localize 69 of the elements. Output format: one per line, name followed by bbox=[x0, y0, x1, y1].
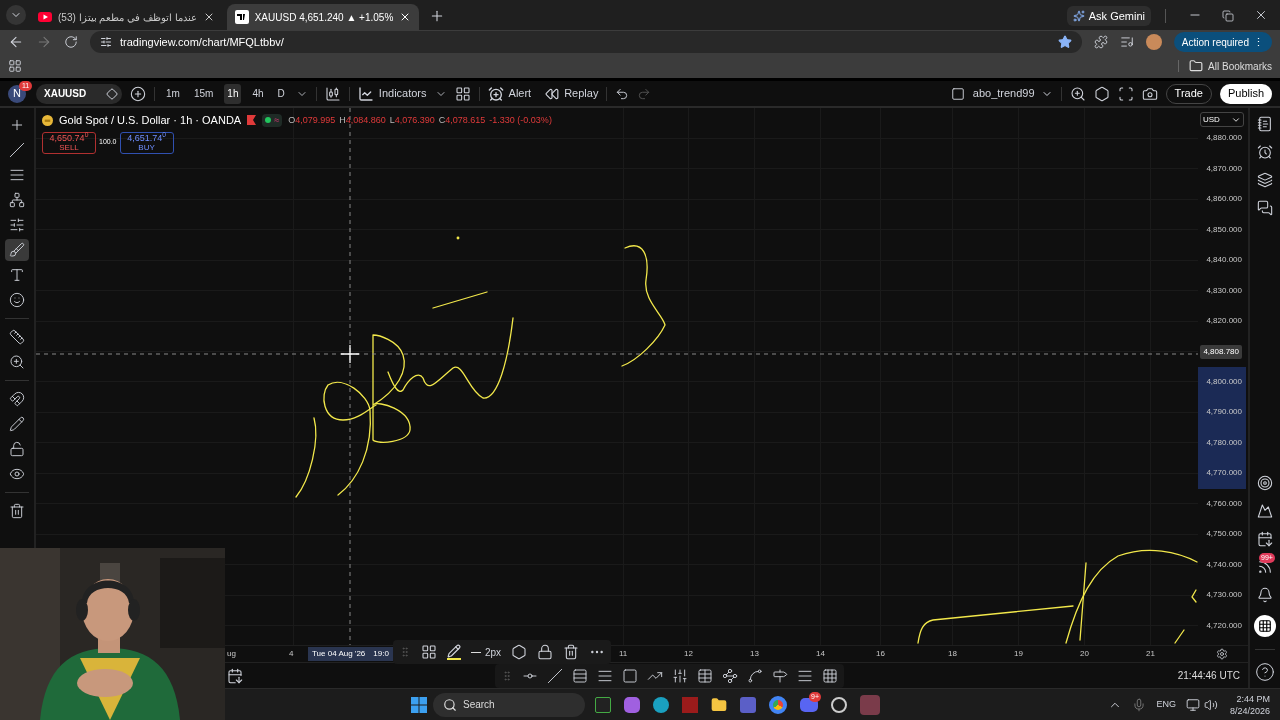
action-required-button[interactable]: Action required ⋮ bbox=[1173, 32, 1272, 52]
clock-time[interactable]: 2:44 PM bbox=[1236, 692, 1270, 705]
price-label: 4,830.000 bbox=[1206, 284, 1242, 297]
time-label: 19 bbox=[1014, 648, 1023, 660]
ohlc-value: H4,084.860 bbox=[339, 113, 386, 127]
time-label: 16 bbox=[876, 648, 885, 660]
tab-title: (53) عندما اتوظف في مطعم بيتزا bbox=[58, 10, 197, 25]
time-label: 14 bbox=[816, 648, 825, 660]
interval-button[interactable]: 1h bbox=[224, 83, 242, 104]
buy-button[interactable]: 4,651.74$^{0}$ BUY bbox=[119, 131, 174, 154]
price-label: 4,870.000 bbox=[1206, 162, 1242, 175]
interval-button[interactable]: 15m bbox=[190, 83, 217, 104]
language-indicator[interactable]: ENG bbox=[1156, 697, 1176, 712]
time-label: ug bbox=[227, 648, 236, 660]
interval-button[interactable]: 4h bbox=[249, 83, 267, 104]
publish-button[interactable]: Publish bbox=[1219, 83, 1272, 104]
menu-dots: ⋮ bbox=[1253, 36, 1264, 48]
ohlc-value: O4,079.995 bbox=[288, 113, 336, 127]
url-text: tradingview.com/chart/MFQLtbbv/ bbox=[120, 34, 285, 50]
browser-tab[interactable]: (53) عندما اتوظف في مطعم بيتزا bbox=[30, 4, 223, 30]
price-label: 4,790.000 bbox=[1206, 406, 1242, 419]
address-bar[interactable]: tradingview.com/chart/MFQLtbbv/ bbox=[90, 31, 1082, 53]
time-label: 12 bbox=[684, 648, 693, 660]
symbol-text: XAUUSD bbox=[44, 87, 87, 101]
indicators-button[interactable]: Indicators bbox=[357, 85, 427, 102]
price-label: 4,740.000 bbox=[1206, 558, 1242, 571]
time-text: 19:0 bbox=[373, 648, 389, 660]
layout-name-button[interactable]: abo_trend99 bbox=[972, 85, 1053, 102]
time-label: 13 bbox=[750, 648, 759, 660]
all-bookmarks-button[interactable]: All Bookmarks bbox=[1189, 58, 1272, 74]
ohlc-value: L4,076.390 bbox=[389, 113, 435, 127]
price-label: 4,720.000 bbox=[1206, 619, 1242, 632]
time-label: 4 bbox=[289, 648, 294, 660]
time-label: 11 bbox=[619, 648, 628, 660]
replay-button[interactable]: Replay bbox=[545, 85, 599, 102]
interval-button[interactable]: D bbox=[274, 83, 288, 104]
time-label: 18 bbox=[948, 648, 957, 660]
interval-button[interactable]: 1m bbox=[163, 83, 183, 104]
price-label: 4,820.000 bbox=[1206, 315, 1242, 328]
price-change: -1.330 (-0.03%) bbox=[489, 113, 552, 127]
sell-button[interactable]: 4,650.74$^{0}$ SELL bbox=[42, 131, 96, 154]
price-label: 4,800.000 bbox=[1206, 376, 1242, 388]
clock-date[interactable]: 8/24/2026 bbox=[1229, 704, 1270, 717]
alert-button[interactable]: Alert bbox=[487, 85, 532, 102]
price-label: 4,730.000 bbox=[1206, 589, 1242, 602]
ohlc-value: C4,078.615 bbox=[438, 113, 486, 127]
price-label: 4,780.000 bbox=[1206, 436, 1242, 449]
status-symbol: ≈ bbox=[274, 115, 280, 125]
utc-clock[interactable]: 21:44:46 UTC bbox=[1177, 668, 1240, 683]
price-label: 4,850.000 bbox=[1206, 223, 1242, 236]
time-label: 21 bbox=[1146, 648, 1155, 660]
symbol-title: Gold Spot / U.S. Dollar · 1h · OANDA bbox=[59, 113, 242, 128]
browser-tab[interactable]: XAUUSD 4,651.240 ▲ +1.05% bbox=[226, 4, 420, 30]
price-label: 4,760.000 bbox=[1206, 497, 1242, 510]
price-label: 4,750.000 bbox=[1206, 528, 1242, 541]
ask-gemini-button[interactable]: Ask Gemini bbox=[1066, 6, 1151, 26]
price-label: 4,860.000 bbox=[1206, 193, 1242, 206]
taskbar-search-field[interactable]: Search bbox=[433, 692, 585, 717]
crosshair-price-label: 4,808.780 bbox=[1200, 344, 1242, 359]
currency-select[interactable]: USD bbox=[1200, 112, 1244, 127]
tab-title: XAUUSD 4,651.240 ▲ +1.05% bbox=[254, 10, 394, 25]
date-text: Tue 04 Aug '26 bbox=[312, 648, 366, 660]
time-label: 20 bbox=[1080, 648, 1089, 660]
search-placeholder: Search bbox=[463, 698, 495, 712]
price-label: 4,840.000 bbox=[1206, 254, 1242, 267]
price-label: 4,880.000 bbox=[1206, 132, 1242, 145]
price-label: 4,770.000 bbox=[1206, 467, 1242, 480]
line-width-button[interactable]: 2px bbox=[471, 644, 502, 660]
symbol-search-field[interactable]: XAUUSD bbox=[36, 83, 122, 104]
